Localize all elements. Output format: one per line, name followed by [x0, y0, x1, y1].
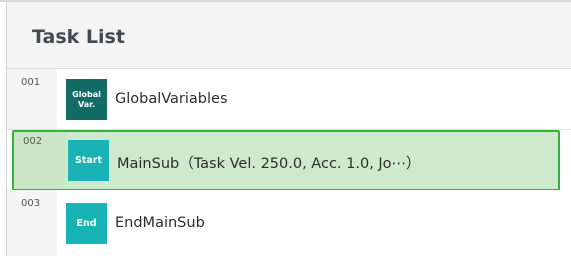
row-number-cell: 003	[6, 190, 57, 256]
global-var-tag-icon: Global Var.	[66, 79, 107, 120]
task-list-header: Task List	[6, 2, 571, 69]
task-row-end-main-sub[interactable]: 003 End EndMainSub	[6, 190, 571, 256]
row-number-cell: 001	[6, 69, 57, 129]
row-label: GlobalVariables	[115, 91, 228, 107]
task-row-global-variables[interactable]: 001 Global Var. GlobalVariables	[6, 69, 571, 130]
row-label: EndMainSub	[115, 215, 205, 231]
row-number: 002	[23, 136, 43, 147]
row-number-cell: 002	[14, 132, 65, 189]
panel-title: Task List	[32, 26, 125, 48]
end-tag-icon: End	[66, 203, 107, 244]
row-number: 003	[21, 198, 41, 209]
tag-line-1: End	[76, 217, 97, 229]
tag-line-1: Start	[74, 154, 103, 166]
row-label: MainSub（Task Vel. 250.0, Acc. 1.0, Jo⋯）	[117, 156, 421, 172]
tag-line-1: Global	[72, 89, 101, 99]
start-tag-icon: Start	[68, 140, 109, 181]
task-row-main-sub[interactable]: 002 Start MainSub（Task Vel. 250.0, Acc. …	[12, 130, 560, 191]
task-list-panel: Task List 001 Global Var. GlobalVariable…	[0, 0, 571, 256]
row-number: 001	[21, 77, 41, 88]
left-border	[6, 0, 7, 256]
tag-line-2: Var.	[78, 99, 95, 109]
